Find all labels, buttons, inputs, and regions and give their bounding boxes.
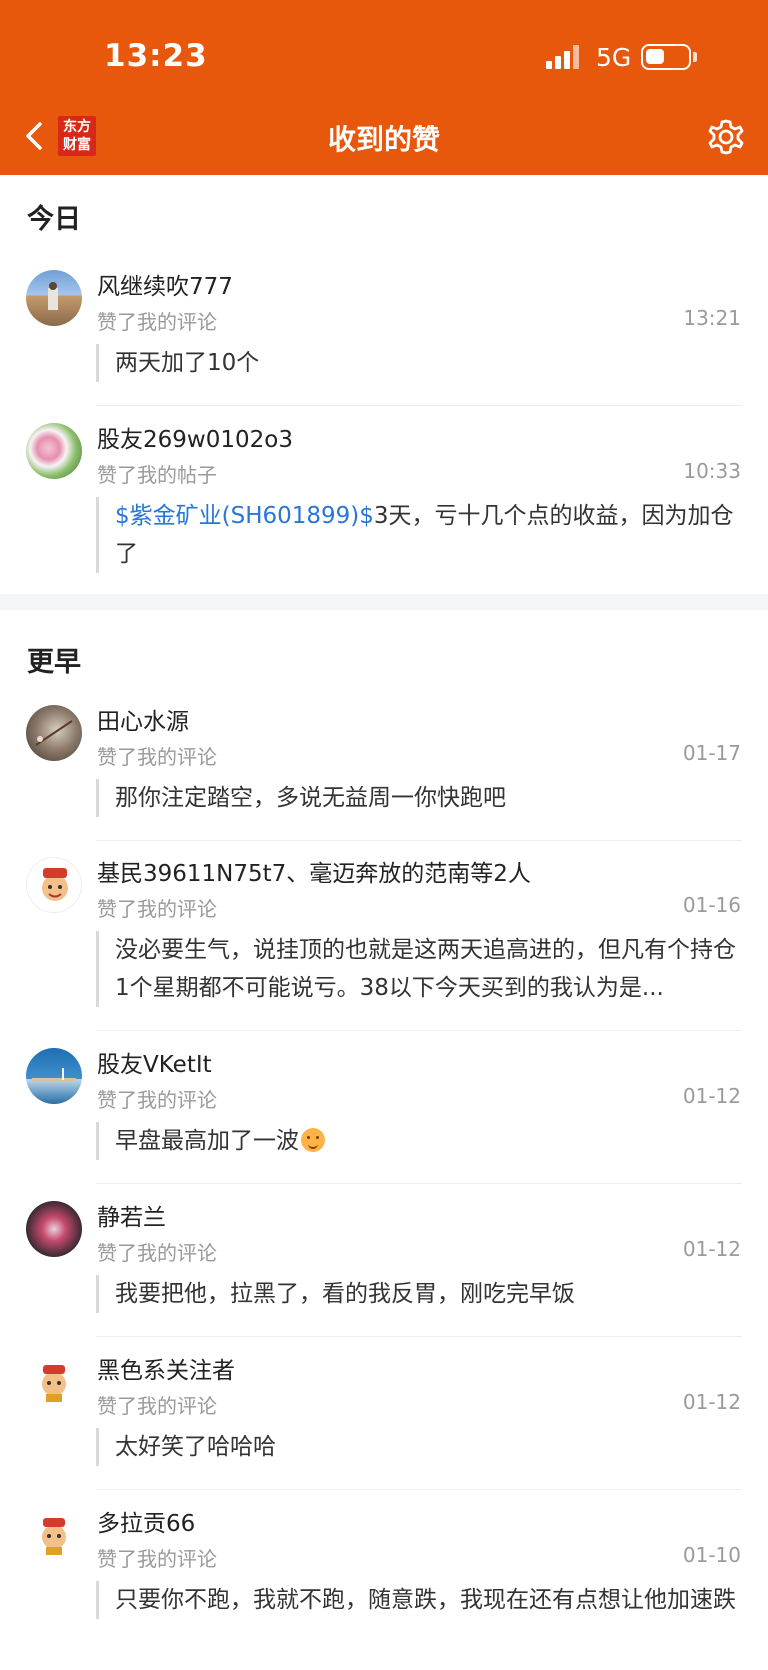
timestamp: 13:21 bbox=[683, 306, 741, 330]
smile-emoji-icon bbox=[301, 1128, 325, 1152]
timestamp: 01-16 bbox=[682, 893, 741, 917]
timestamp: 01-10 bbox=[682, 1543, 741, 1567]
timestamp: 01-12 bbox=[682, 1084, 741, 1108]
quoted-comment[interactable]: 我要把他，拉黑了，看的我反胃，刚吃完早饭 bbox=[96, 1275, 736, 1313]
network-label: 5G bbox=[596, 43, 632, 72]
quote-text: 早盘最高加了一波 bbox=[115, 1128, 299, 1154]
avatar[interactable] bbox=[26, 1507, 82, 1563]
avatar[interactable] bbox=[26, 1354, 82, 1410]
user-name[interactable]: 黑色系关注者 bbox=[97, 1351, 235, 1385]
divider bbox=[96, 405, 742, 406]
quoted-comment[interactable]: 没必要生气，说挂顶的也就是这两天追高进的，但凡有个持仓1个星期都不可能说亏。38… bbox=[96, 931, 736, 1007]
user-name[interactable]: 基民39611N75t7、毫迈奔放的范南等2人 bbox=[97, 854, 531, 888]
like-action-text: 赞了我的评论 bbox=[97, 1241, 217, 1265]
like-action-text: 赞了我的评论 bbox=[97, 1088, 217, 1112]
timestamp: 10:33 bbox=[683, 459, 741, 483]
quote-text: 没必要生气，说挂顶的也就是这两天追高进的，但凡有个持仓1个星期都不可能说亏。38… bbox=[115, 937, 736, 1001]
like-action-text: 赞了我的评论 bbox=[97, 897, 217, 921]
quote-text: 那你注定踏空，多说无益周一你快跑吧 bbox=[115, 785, 506, 811]
section-title-today: 今日 bbox=[27, 204, 81, 235]
like-action-text: 赞了我的评论 bbox=[97, 745, 217, 769]
user-name[interactable]: 多拉贡66 bbox=[97, 1504, 195, 1538]
app-header: 13:23 5G 东方 财富 收到的赞 bbox=[0, 0, 768, 175]
divider bbox=[96, 1183, 742, 1184]
like-action-text: 赞了我的评论 bbox=[97, 1394, 217, 1418]
like-action-text: 赞了我的帖子 bbox=[97, 463, 217, 487]
quoted-comment[interactable]: 太好笑了哈哈哈 bbox=[96, 1428, 736, 1466]
like-action-text: 赞了我的评论 bbox=[97, 310, 217, 334]
user-name[interactable]: 静若兰 bbox=[97, 1198, 166, 1232]
status-time: 13:23 bbox=[104, 38, 208, 74]
avatar[interactable] bbox=[26, 1048, 82, 1104]
signal-icon bbox=[546, 45, 582, 69]
quote-text: 两天加了10个 bbox=[115, 350, 260, 376]
quote-text: 太好笑了哈哈哈 bbox=[115, 1434, 276, 1460]
avatar[interactable] bbox=[26, 423, 82, 479]
quoted-comment[interactable]: 早盘最高加了一波 bbox=[96, 1122, 736, 1160]
quoted-comment[interactable]: 只要你不跑，我就不跑，随意跌，我现在还有点想让他加速跌 bbox=[96, 1581, 736, 1619]
quoted-comment[interactable]: 那你注定踏空，多说无益周一你快跑吧 bbox=[96, 779, 736, 817]
avatar[interactable] bbox=[26, 270, 82, 326]
timestamp: 01-12 bbox=[682, 1237, 741, 1261]
avatar[interactable] bbox=[26, 705, 82, 761]
settings-button[interactable] bbox=[706, 117, 746, 157]
avatar[interactable] bbox=[26, 857, 82, 913]
stock-link[interactable]: $紫金矿业(SH601899)$ bbox=[115, 503, 374, 529]
page-title: 收到的赞 bbox=[327, 123, 440, 156]
quote-text: 我要把他，拉黑了，看的我反胃，刚吃完早饭 bbox=[115, 1281, 575, 1307]
divider bbox=[96, 1489, 742, 1490]
quote-text: 只要你不跑，我就不跑，随意跌，我现在还有点想让他加速跌 bbox=[115, 1587, 736, 1613]
section-title-earlier: 更早 bbox=[27, 647, 81, 678]
quoted-comment[interactable]: 两天加了10个 bbox=[96, 344, 736, 382]
divider bbox=[96, 840, 742, 841]
avatar[interactable] bbox=[26, 1201, 82, 1257]
divider bbox=[96, 1030, 742, 1031]
section-divider bbox=[0, 594, 768, 610]
user-name[interactable]: 田心水源 bbox=[97, 702, 189, 736]
timestamp: 01-12 bbox=[682, 1390, 741, 1414]
like-action-text: 赞了我的评论 bbox=[97, 1547, 217, 1571]
battery-icon bbox=[641, 44, 691, 70]
user-name[interactable]: 股友269w0102o3 bbox=[97, 420, 293, 454]
divider bbox=[96, 1336, 742, 1337]
battery-nub bbox=[693, 52, 697, 62]
gear-icon bbox=[708, 119, 744, 155]
user-name[interactable]: 股友VKetIt bbox=[97, 1045, 212, 1079]
timestamp: 01-17 bbox=[682, 741, 741, 765]
quoted-post[interactable]: $紫金矿业(SH601899)$3天，亏十几个点的收益，因为加仓了 bbox=[96, 497, 736, 573]
user-name[interactable]: 风继续吹777 bbox=[97, 267, 233, 301]
